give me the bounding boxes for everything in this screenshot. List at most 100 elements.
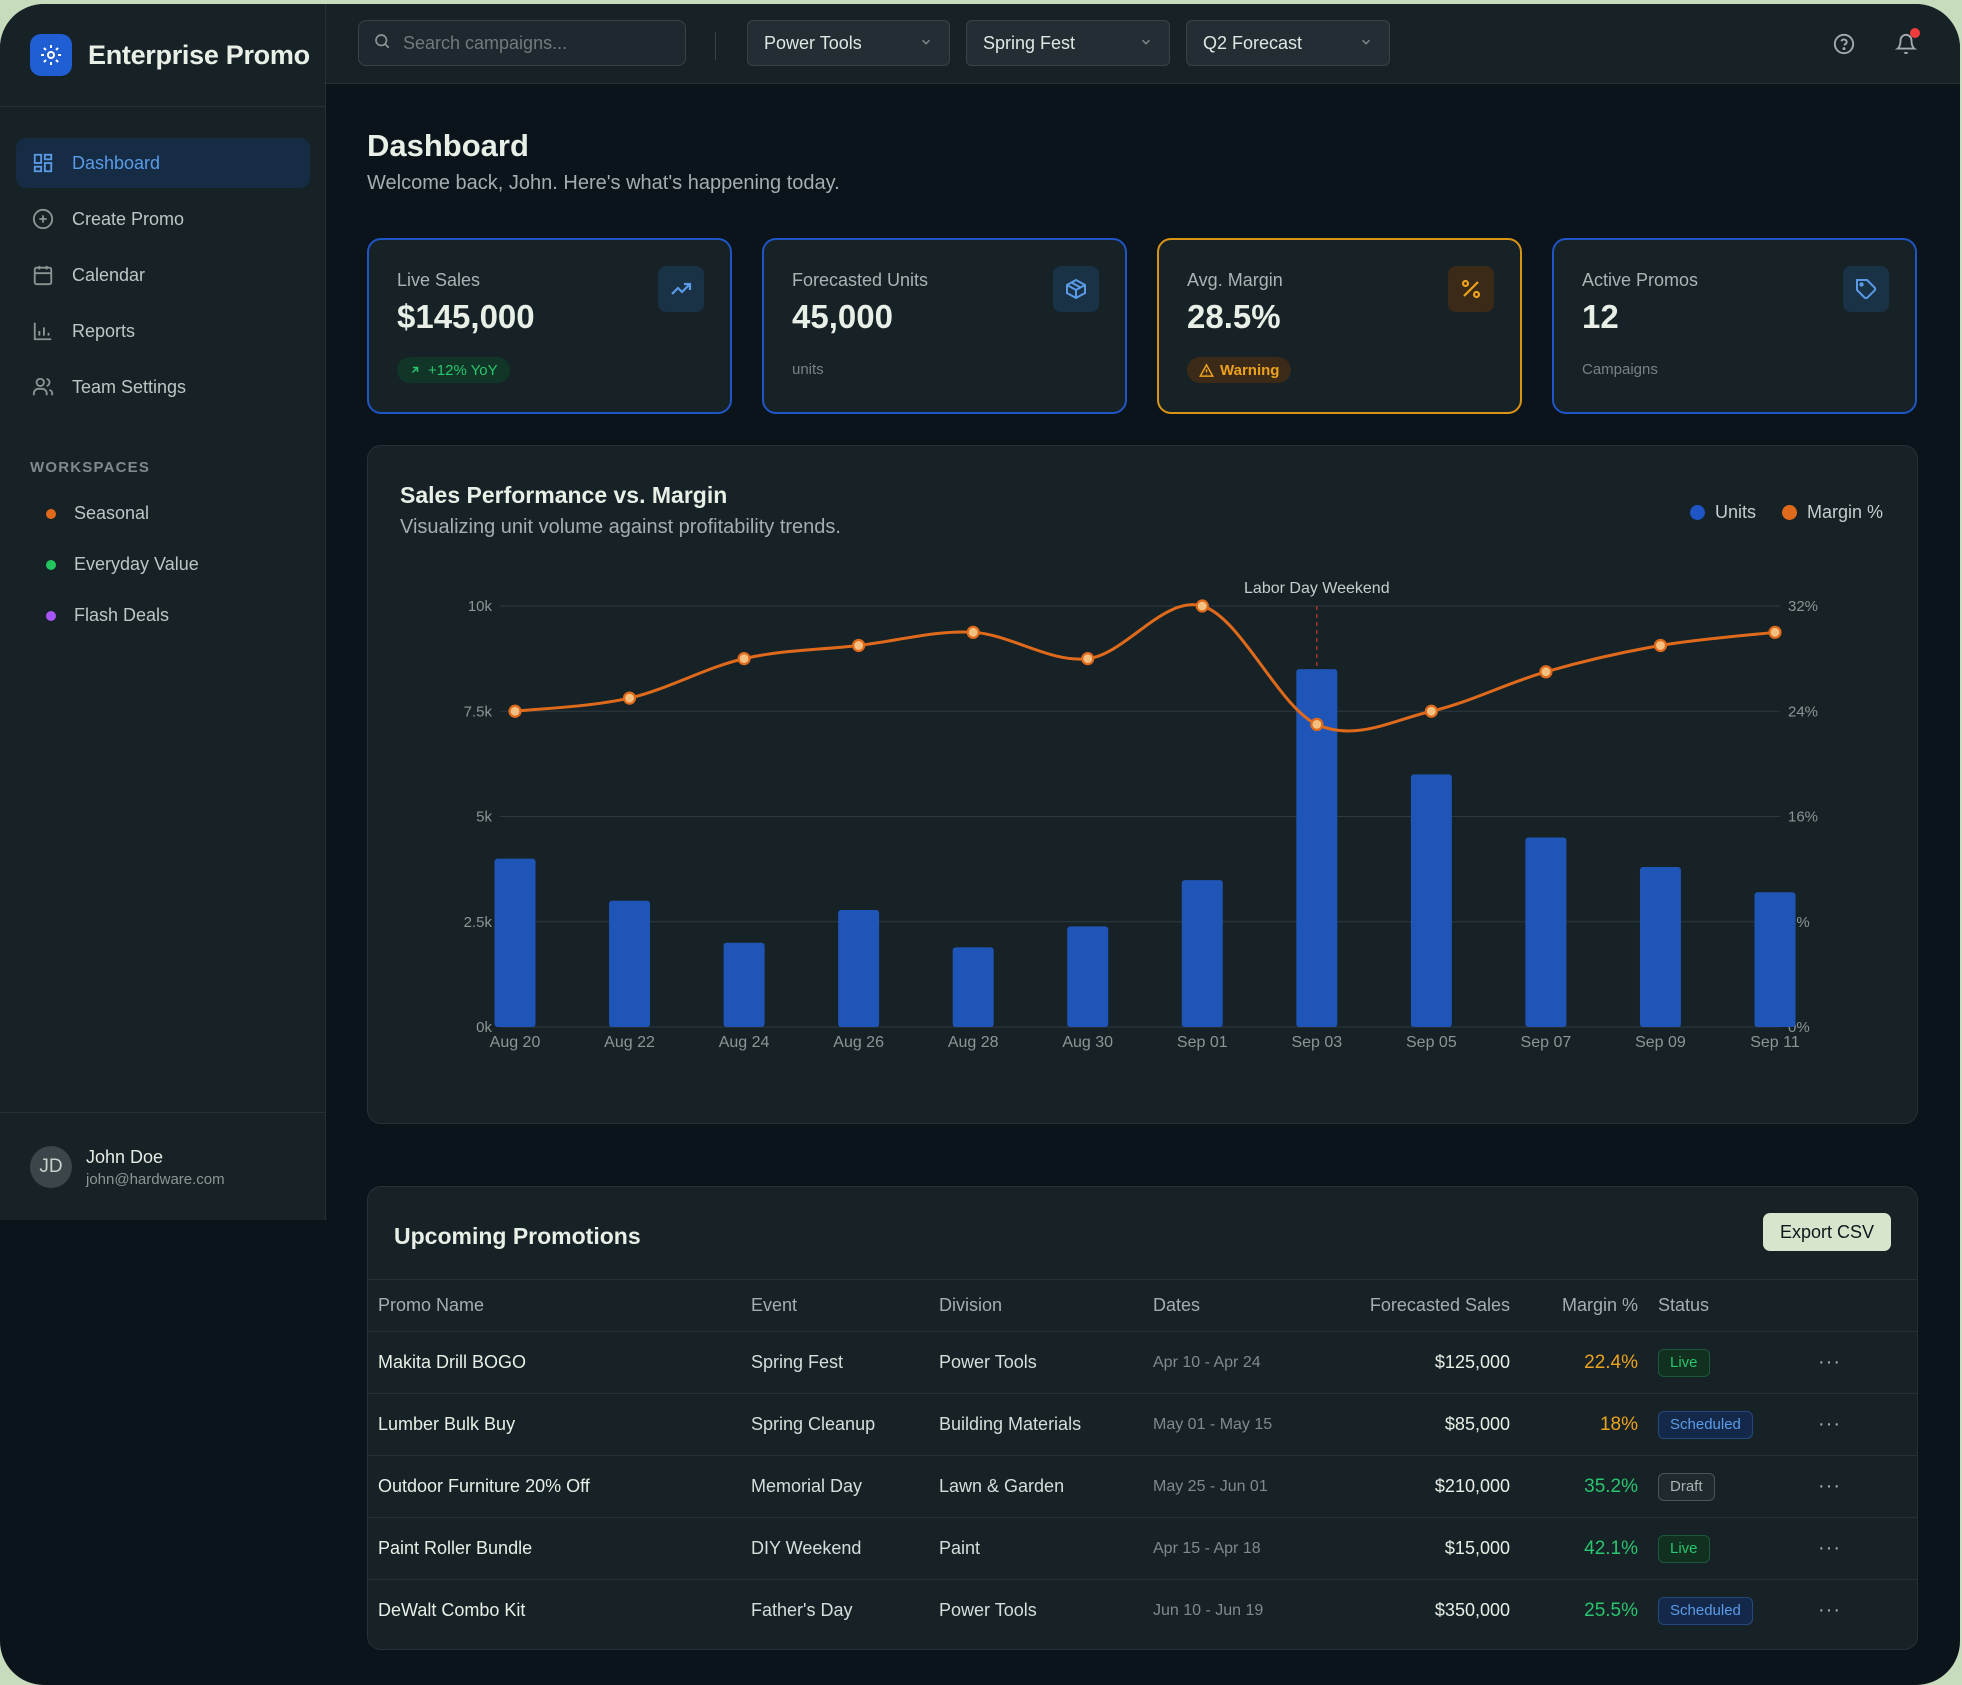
divider: [715, 32, 716, 60]
settings-logo-icon: [30, 34, 72, 76]
column-header[interactable]: Forecasted Sales: [1338, 1279, 1510, 1332]
margin-point: [737, 652, 751, 666]
workspace-dot: [46, 559, 56, 570]
units-bar: [494, 858, 536, 1027]
sidebar-item-team-settings[interactable]: Team Settings: [16, 362, 310, 412]
workspace-item-flash-deals[interactable]: Flash Deals: [30, 590, 199, 641]
promo-margin: 22.4%: [1510, 1331, 1638, 1394]
more-options-icon[interactable]: ···: [1818, 1413, 1841, 1435]
sidebar-item-calendar[interactable]: Calendar: [16, 250, 310, 300]
more-options-icon[interactable]: ···: [1818, 1475, 1841, 1497]
event-select[interactable]: Spring Fest: [966, 20, 1170, 66]
column-header-actions: [1818, 1279, 1917, 1332]
margin-point: [622, 691, 637, 705]
help-icon[interactable]: [1832, 32, 1856, 56]
search-box[interactable]: [358, 20, 686, 66]
avatar: JD: [30, 1146, 72, 1188]
division-select[interactable]: Power Tools: [747, 20, 950, 66]
x-tick-label: Aug 24: [719, 1034, 770, 1051]
promo-name: Outdoor Furniture 20% Off: [368, 1455, 751, 1518]
x-tick-label: Aug 30: [1062, 1034, 1113, 1051]
margin-point: [966, 625, 980, 639]
arrow-up-right-icon: [409, 364, 421, 376]
margin-point: [1081, 652, 1095, 666]
column-header[interactable]: Division: [939, 1279, 1153, 1332]
kpi-sub: Campaigns: [1582, 361, 1658, 378]
more-options-icon[interactable]: ···: [1818, 1599, 1841, 1621]
workspaces-list: Seasonal Everyday Value Flash Deals: [30, 488, 199, 641]
kpi-card-forecasted-units[interactable]: Forecasted Units 45,000 units: [762, 238, 1127, 414]
y-left-tick-label: 7.5k: [464, 703, 493, 720]
sidebar: Enterprise Promo Dashboard Create Promo: [0, 4, 326, 1220]
margin-point: [1195, 599, 1209, 613]
status-badge: Scheduled: [1658, 1596, 1753, 1625]
chevron-down-icon: [919, 33, 933, 54]
status-badge: Scheduled: [1658, 1410, 1753, 1439]
column-header[interactable]: Promo Name: [368, 1279, 751, 1332]
user-name: John Doe: [86, 1146, 164, 1167]
bell-icon[interactable]: [1894, 28, 1920, 56]
row-actions: ···: [1818, 1580, 1917, 1642]
margin-point: [1768, 625, 1782, 639]
workspace-dot: [46, 508, 56, 519]
kpi-card-avg-margin[interactable]: Avg. Margin 28.5% Warning: [1157, 238, 1522, 414]
table-row[interactable]: DeWalt Combo Kit Father's Day Power Tools J…: [368, 1580, 1917, 1642]
workspace-item-seasonal[interactable]: Seasonal: [30, 488, 199, 539]
promo-dates: Jun 10 - Jun 19: [1153, 1601, 1264, 1619]
select-value: Q2 Forecast: [1203, 32, 1303, 53]
units-bar: [1525, 837, 1567, 1027]
x-tick-label: Sep 05: [1406, 1034, 1457, 1051]
sales-margin-chart: 0k 0%2.5k 8%5k 16%7.5k 24%10k 32%Labor Day We…: [464, 580, 1818, 1051]
warning-icon: [1199, 362, 1214, 378]
workspace-dot: [46, 610, 56, 621]
margin-point: [1539, 665, 1553, 679]
promo-forecasted-sales: $125,000: [1338, 1331, 1510, 1394]
margin-point: [508, 704, 522, 718]
row-actions: ···: [1818, 1517, 1917, 1580]
sidebar-item-reports[interactable]: Reports: [16, 306, 310, 356]
search-input[interactable]: [403, 32, 673, 54]
promo-dates: May 25 - Jun 01: [1153, 1455, 1338, 1518]
row-actions: ···: [1818, 1455, 1917, 1518]
sidebar-item-label: Calendar: [72, 264, 146, 285]
more-options-icon[interactable]: ···: [1818, 1537, 1841, 1559]
brand-name: Enterprise Promo: [88, 39, 310, 70]
y-right-tick-label: 24%: [1788, 703, 1818, 720]
kpi-card-live-sales[interactable]: Live Sales $145,000 +12% YoY: [367, 238, 732, 414]
workspace-item-everyday-value[interactable]: Everyday Value: [30, 539, 199, 590]
sidebar-nav: Dashboard Create Promo Calendar Reports: [16, 138, 310, 418]
workspace-label: Flash Deals: [74, 605, 170, 625]
annotation-label: Labor Day Weekend: [1244, 580, 1390, 597]
sidebar-item-create-promo[interactable]: Create Promo: [16, 194, 310, 244]
column-header[interactable]: Margin %: [1510, 1279, 1638, 1332]
promo-forecasted-sales: $85,000: [1338, 1393, 1510, 1456]
promo-division: Power Tools: [939, 1331, 1153, 1394]
units-bar: [1639, 867, 1681, 1027]
status-badge: Draft: [1658, 1472, 1715, 1501]
kpi-card-active-promos[interactable]: Active Promos 12 Campaigns: [1552, 238, 1917, 414]
promo-margin: 25.5%: [1584, 1599, 1638, 1621]
more-options-icon[interactable]: ···: [1818, 1351, 1841, 1373]
column-header[interactable]: Event: [751, 1279, 939, 1332]
units-bar: [1181, 880, 1223, 1027]
select-value: Spring Fest: [983, 32, 1076, 53]
chevron-down-icon: [1139, 33, 1153, 54]
column-header[interactable]: Status: [1638, 1279, 1818, 1332]
table-row[interactable]: Lumber Bulk Buy Spring Cleanup Building Ma…: [368, 1393, 1917, 1456]
grid-icon: [30, 150, 56, 176]
y-right-tick-label: 32%: [1788, 598, 1818, 615]
column-header[interactable]: Dates: [1153, 1279, 1338, 1332]
units-bar: [609, 900, 651, 1027]
user-profile[interactable]: JD John Doe john@hardware.com: [30, 1146, 225, 1188]
table-row[interactable]: Outdoor Furniture 20% Off Memorial Day Law…: [368, 1455, 1917, 1518]
promo-forecasted-sales: $350,000: [1434, 1600, 1510, 1621]
forecast-select[interactable]: Q2 Forecast: [1186, 20, 1390, 66]
brand[interactable]: Enterprise Promo: [30, 34, 310, 76]
sidebar-item-dashboard[interactable]: Dashboard: [16, 138, 310, 188]
table-body: Makita Drill BOGO Spring Fest Power Tools A…: [368, 1331, 1917, 1642]
promo-margin: 35.2%: [1510, 1455, 1638, 1518]
table-header-row: Promo Name Event Division Dates Forecast…: [368, 1279, 1917, 1332]
table-row[interactable]: Makita Drill BOGO Spring Fest Power Tools A…: [368, 1331, 1917, 1394]
export-csv-button[interactable]: Export CSV: [1763, 1213, 1891, 1251]
table-row[interactable]: Paint Roller Bundle DIY Weekend Paint Apr 1…: [368, 1517, 1917, 1580]
